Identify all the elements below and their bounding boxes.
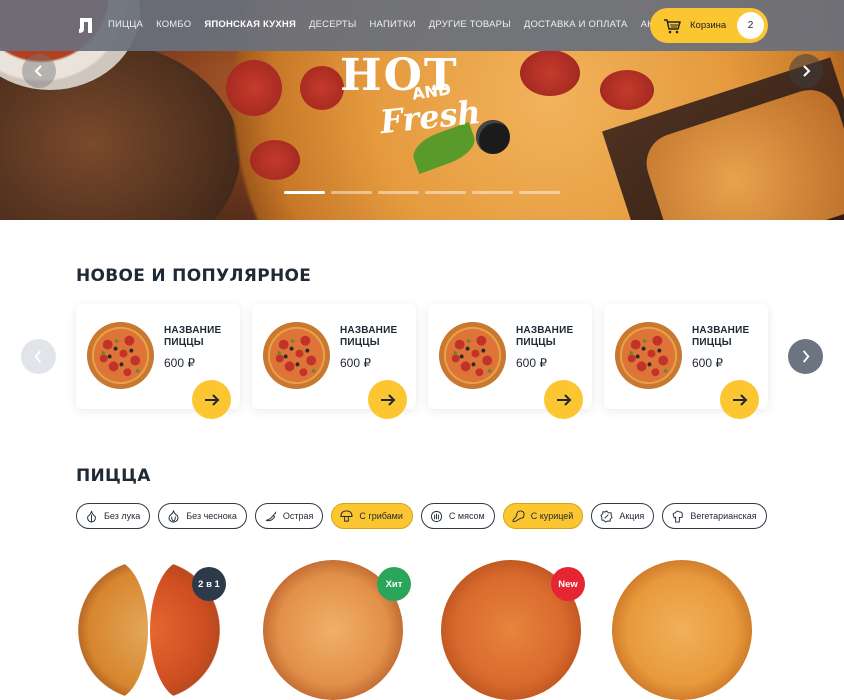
- filter-label: С грибами: [359, 511, 403, 521]
- product-name: НАЗВАНИЕ ПИЦЦЫ: [692, 325, 750, 348]
- percent-icon: [600, 509, 613, 523]
- filter-label: С курицей: [530, 511, 574, 521]
- slider-dot[interactable]: [378, 191, 419, 194]
- badge-new: New: [551, 567, 585, 601]
- pizza-section-title: ПИЦЦА: [76, 466, 151, 486]
- pizza-thumbnail-icon: [438, 321, 507, 390]
- product-card[interactable]: НАЗВАНИЕ ПИЦЦЫ 600 ₽: [252, 304, 416, 419]
- product-name: НАЗВАНИЕ ПИЦЦЫ: [164, 325, 222, 348]
- filter-promo[interactable]: Акция: [591, 503, 655, 529]
- pizza-thumbnail-icon: [262, 321, 331, 390]
- badge-hit: Хит: [377, 567, 411, 601]
- slider-dot[interactable]: [425, 191, 466, 194]
- product-card[interactable]: НАЗВАНИЕ ПИЦЦЫ 600 ₽: [428, 304, 592, 419]
- nav-item-desserts[interactable]: ДЕСЕРТЫ: [309, 19, 357, 30]
- popular-section-title: НОВОЕ И ПОПУЛЯРНОЕ: [76, 266, 312, 286]
- arrow-right-icon: [204, 393, 219, 406]
- cart-count-badge: 2: [737, 12, 764, 39]
- filter-meat[interactable]: С мясом: [420, 503, 495, 529]
- slider-dot[interactable]: [519, 191, 560, 194]
- chevron-left-icon: [34, 350, 42, 363]
- nav-item-japanese[interactable]: ЯПОНСКАЯ КУХНЯ: [204, 19, 296, 30]
- pizza-thumbnail-icon: [86, 321, 155, 390]
- filter-label: С мясом: [448, 511, 485, 521]
- chevron-left-icon: [34, 65, 42, 77]
- pizza-thumbnail-icon: [614, 321, 683, 390]
- meat-icon: [430, 510, 442, 522]
- onion-icon: [87, 510, 96, 523]
- product-name: НАЗВАНИЕ ПИЦЦЫ: [340, 325, 398, 348]
- arrow-right-icon: [556, 393, 571, 406]
- filter-spicy[interactable]: Острая: [254, 503, 324, 529]
- product-card[interactable]: НАЗВАНИЕ ПИЦЦЫ 600 ₽: [76, 304, 240, 419]
- chevron-right-icon: [802, 350, 810, 363]
- slider-dot[interactable]: [284, 191, 325, 194]
- nav-item-other[interactable]: ДРУГИЕ ТОВАРЫ: [429, 19, 511, 30]
- slider-dot[interactable]: [472, 191, 513, 194]
- product-open-button[interactable]: [720, 380, 759, 419]
- mushroom-icon: [340, 509, 353, 522]
- hero-next-button[interactable]: [789, 54, 823, 88]
- filter-mushrooms[interactable]: С грибами: [331, 503, 413, 529]
- filter-label: Акция: [619, 511, 645, 521]
- filter-label: Без лука: [104, 511, 141, 521]
- main-nav: ПИЦЦА КОМБО ЯПОНСКАЯ КУХНЯ ДЕСЕРТЫ НАПИТ…: [108, 19, 674, 30]
- filter-label: Без чеснока: [186, 511, 237, 521]
- hero-salami: [250, 140, 300, 180]
- pizza-product-image[interactable]: [612, 560, 752, 700]
- arrow-right-icon: [732, 393, 747, 406]
- cart-label: Корзина: [690, 20, 727, 31]
- nav-item-delivery[interactable]: ДОСТАВКА И ОПЛАТА: [524, 19, 628, 30]
- product-open-button[interactable]: [544, 380, 583, 419]
- hero-salami: [600, 70, 654, 110]
- logo-icon[interactable]: [76, 16, 94, 34]
- product-open-button[interactable]: [368, 380, 407, 419]
- chicken-icon: [512, 509, 525, 522]
- arrow-right-icon: [380, 393, 395, 406]
- badge-two-in-one: 2 в 1: [192, 567, 226, 601]
- filter-no-onion[interactable]: Без лука: [76, 503, 151, 529]
- carousel-prev-button[interactable]: [21, 339, 56, 374]
- nav-item-drinks[interactable]: НАПИТКИ: [369, 19, 415, 30]
- carousel-next-button[interactable]: [788, 339, 823, 374]
- cart-button[interactable]: Корзина 2: [650, 8, 768, 43]
- chevron-right-icon: [803, 65, 811, 77]
- product-price: 600 ₽: [340, 356, 371, 370]
- product-card[interactable]: НАЗВАНИЕ ПИЦЦЫ 600 ₽: [604, 304, 768, 419]
- filter-no-garlic[interactable]: Без чеснока: [158, 503, 247, 529]
- broccoli-icon: [673, 510, 684, 523]
- filter-label: Вегетарианская: [690, 511, 757, 521]
- hero-prev-button[interactable]: [22, 54, 56, 88]
- product-price: 600 ₽: [164, 356, 195, 370]
- pizza-filters: Без лука Без чеснока Острая С грибами С …: [76, 503, 767, 529]
- product-price: 600 ₽: [516, 356, 547, 370]
- chili-icon: [265, 511, 276, 521]
- cart-icon: [664, 18, 681, 33]
- product-open-button[interactable]: [192, 380, 231, 419]
- garlic-icon: [168, 509, 179, 523]
- site-header: ПИЦЦА КОМБО ЯПОНСКАЯ КУХНЯ ДЕСЕРТЫ НАПИТ…: [0, 0, 844, 51]
- filter-vegetarian[interactable]: Вегетарианская: [662, 503, 767, 529]
- slider-dots: [284, 191, 560, 194]
- hero-headline: HOT AND Fresh: [330, 50, 530, 150]
- nav-item-pizza[interactable]: ПИЦЦА: [108, 19, 143, 30]
- filter-label: Острая: [282, 511, 314, 521]
- filter-chicken[interactable]: С курицей: [502, 503, 584, 529]
- hero-salami: [226, 60, 282, 116]
- nav-item-combo[interactable]: КОМБО: [156, 19, 191, 30]
- product-name: НАЗВАНИЕ ПИЦЦЫ: [516, 325, 574, 348]
- slider-dot[interactable]: [331, 191, 372, 194]
- product-price: 600 ₽: [692, 356, 723, 370]
